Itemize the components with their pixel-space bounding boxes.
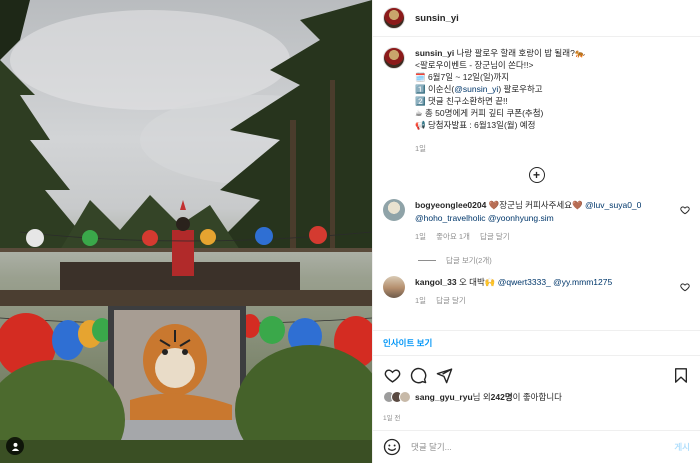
caption-username[interactable]: sunsin_yi <box>415 48 454 58</box>
comment-meta: 1일 답글 달기 <box>415 294 677 307</box>
tiger-festival-photo <box>0 0 372 463</box>
action-bar <box>373 362 700 388</box>
heart-icon[interactable] <box>680 205 690 215</box>
comment-avatar[interactable] <box>383 276 405 298</box>
caption-line-5: 2️⃣ 댓글 친구소환하면 끝!! <box>415 96 508 106</box>
likes-suffix-2: 이 좋아합니다 <box>512 392 562 402</box>
emoji-icon[interactable] <box>383 438 401 456</box>
likes-suffix: 님 외 <box>472 392 491 402</box>
comment-username[interactable]: kangol_33 <box>415 277 457 287</box>
send-icon <box>436 367 452 383</box>
likers-avatars <box>383 391 411 403</box>
comment-body: kangol_33 오 대박🙌 @qwert3333_ @yy.mmm1275 … <box>415 276 677 307</box>
comment-body: bogyeonglee0204 🤎장군님 커피사주세요🤎 @luv_suya0_… <box>415 199 677 243</box>
comment-username[interactable]: bogyeonglee0204 <box>415 200 486 210</box>
caption-line-4-prefix: 1️⃣ 이순신( <box>415 84 455 94</box>
post-comment-button[interactable]: 게시 <box>674 441 690 453</box>
author-avatar[interactable] <box>383 7 405 29</box>
bookmark-icon <box>675 367 687 383</box>
caption-line-7: 📢 당첨자발표 : 6월13일(월) 예정 <box>415 120 536 130</box>
comment-input[interactable] <box>411 442 675 452</box>
likes-count[interactable]: 242명 <box>491 391 513 403</box>
liker-username[interactable]: sang_gyu_ryu <box>415 392 473 402</box>
post-timestamp[interactable]: 1일 전 <box>383 412 400 422</box>
caption-avatar[interactable] <box>383 47 405 69</box>
comment-mention[interactable]: @hoho_travelholic <box>415 213 486 223</box>
comment-mention[interactable]: @yoonhyung.sim <box>488 213 554 223</box>
comment-mention[interactable]: @luv_suya0_0 <box>585 200 641 210</box>
add-comment-bar: 게시 <box>373 430 700 463</box>
comment-mention[interactable]: @qwert3333_ <box>498 277 551 287</box>
save-button[interactable] <box>672 366 690 384</box>
view-replies-button[interactable]: 답글 보기(2개) <box>418 255 700 266</box>
caption-line-4-suffix: ) 팔로우하고 <box>498 84 543 94</box>
comment-item: bogyeonglee0204 🤎장군님 커피사주세요🤎 @luv_suya0_… <box>373 199 700 243</box>
caption-line-3: 🗓️ 6월7일 ~ 12일(일)까지 <box>415 72 510 82</box>
reply-button[interactable]: 답글 달기 <box>480 230 510 243</box>
user-icon <box>11 442 19 451</box>
tagged-users-button[interactable] <box>6 437 24 455</box>
comments-section[interactable]: sunsin_yi 나랑 팔로우 할래 호랑이 밥 될래?🐅 <팔로우이벤트 -… <box>373 37 700 357</box>
comment-like-count[interactable]: 좋아요 1개 <box>436 230 470 243</box>
comment-meta: 1일 좋아요 1개 답글 달기 <box>415 230 677 243</box>
post-caption: sunsin_yi 나랑 팔로우 할래 호랑이 밥 될래?🐅 <팔로우이벤트 -… <box>373 37 700 155</box>
caption-mention[interactable]: @sunsin_yi <box>454 84 498 94</box>
avatar <box>399 391 411 403</box>
insights-bar: 인사이트 보기 <box>373 330 700 356</box>
caption-line-2: <팔로우이벤트 - 장군님이 쏜다!!> <box>415 60 534 70</box>
comment-timestamp[interactable]: 1일 <box>415 230 426 243</box>
heart-icon[interactable] <box>680 282 690 292</box>
comment-button[interactable] <box>409 366 427 384</box>
load-more-comments: + <box>373 167 700 187</box>
comment-text: 오 대박🙌 <box>458 277 496 287</box>
caption-line-6: ☕ 총 50명에게 커피 깊티 쿠폰(추첨) <box>415 108 544 118</box>
view-replies-label: 답글 보기(2개) <box>446 256 492 265</box>
caption-timestamp[interactable]: 1일 <box>415 143 585 155</box>
like-button[interactable] <box>383 366 401 384</box>
post-image[interactable] <box>0 0 372 463</box>
view-insights-link[interactable]: 인사이트 보기 <box>383 337 432 349</box>
likes-summary[interactable]: sang_gyu_ryu 님 외 242명 이 좋아합니다 <box>383 391 562 403</box>
comment-avatar[interactable] <box>383 199 405 221</box>
heart-icon <box>384 368 400 383</box>
share-button[interactable] <box>435 366 453 384</box>
replies-divider <box>418 260 436 261</box>
comment-text: 🤎장군님 커피사주세요🤎 <box>488 200 583 210</box>
caption-line-1: 나랑 팔로우 할래 호랑이 밥 될래?🐅 <box>456 48 586 58</box>
author-username[interactable]: sunsin_yi <box>415 13 459 24</box>
comment-timestamp[interactable]: 1일 <box>415 294 426 307</box>
comment-icon <box>410 367 426 383</box>
post-sidebar: sunsin_yi sunsin_yi 나랑 팔로우 할래 호랑이 밥 될래?🐅… <box>372 0 700 463</box>
comment-mention[interactable]: @yy.mmm1275 <box>553 277 612 287</box>
caption-text: sunsin_yi 나랑 팔로우 할래 호랑이 밥 될래?🐅 <팔로우이벤트 -… <box>415 47 585 155</box>
plus-circle-icon[interactable]: + <box>528 167 545 183</box>
reply-button[interactable]: 답글 달기 <box>436 294 466 307</box>
comment-item: kangol_33 오 대박🙌 @qwert3333_ @yy.mmm1275 … <box>373 276 700 307</box>
post-header: sunsin_yi <box>373 0 700 37</box>
